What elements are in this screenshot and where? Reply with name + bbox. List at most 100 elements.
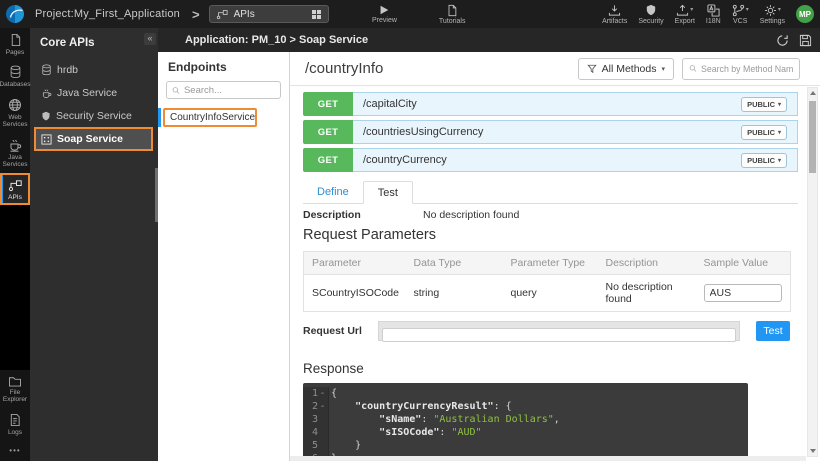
service-title: /countryInfo	[305, 60, 578, 77]
column-header-parameter: Parameter	[304, 252, 406, 275]
method-search-input[interactable]	[701, 64, 793, 74]
define-test-tabs: Define Test	[303, 181, 798, 204]
sample-value-input[interactable]	[704, 284, 782, 302]
endpoint-item-countryinfoservice[interactable]: CountryInfoService	[158, 108, 289, 127]
i18n-button[interactable]: I18N	[706, 4, 721, 25]
horizontal-scrollbar-track[interactable]	[290, 456, 806, 461]
test-button[interactable]: Test	[756, 321, 790, 341]
response-code-editor[interactable]: 1- { 2- "countryCurrencyResult": { 3 "sN…	[303, 383, 748, 456]
access-dropdown[interactable]: PUBLIC ▾	[741, 125, 787, 140]
document-icon	[446, 4, 458, 17]
preview-button[interactable]: Preview	[372, 4, 397, 24]
settings-button[interactable]: ▾ Settings	[760, 4, 785, 25]
settings-label: Settings	[760, 18, 785, 25]
apps-grid-icon[interactable]	[311, 9, 322, 20]
log-file-icon	[9, 413, 21, 427]
request-url-row: Request Url Test	[303, 321, 790, 341]
endpoints-panel: Endpoints CountryInfoService	[158, 52, 290, 461]
collapse-panel-icon[interactable]: «	[144, 33, 156, 45]
request-url-input[interactable]	[382, 328, 736, 342]
i18n-label: I18N	[706, 18, 721, 25]
export-button[interactable]: ▾ Export	[675, 4, 695, 25]
artifacts-button[interactable]: Artifacts	[602, 4, 627, 25]
refresh-icon[interactable]	[776, 34, 789, 47]
rail-bottom: File Explorer Logs •••	[0, 370, 30, 461]
sidebar-item-pages[interactable]: Pages	[0, 28, 30, 60]
caret-down-icon: ▾	[690, 7, 693, 13]
caret-down-icon: ▾	[746, 7, 749, 13]
core-api-item-hrdb[interactable]: hrdb	[36, 60, 151, 80]
core-apis-list: hrdb Java Service Security Service	[30, 56, 158, 149]
core-api-item-label: Security Service	[56, 110, 132, 122]
left-rail: Pages Databases Web Services	[0, 28, 30, 461]
endpoint-item-label-box: CountryInfoService	[163, 108, 257, 127]
preview-label: Preview	[372, 17, 397, 24]
operation-row-countriesusingcurrency[interactable]: GET /countriesUsingCurrency PUBLIC ▾	[303, 120, 798, 144]
code-line: 3 "sName": "Australian Dollars",	[303, 413, 748, 426]
operation-row-countrycurrency[interactable]: GET /countryCurrency PUBLIC ▾	[303, 148, 798, 172]
endpoints-search-input[interactable]	[184, 85, 275, 96]
description-label: Description	[303, 209, 423, 221]
core-api-item-java-service[interactable]: Java Service	[36, 83, 151, 103]
sidebar-item-databases[interactable]: Databases	[0, 60, 30, 92]
scroll-up-arrow-icon[interactable]	[808, 88, 817, 98]
operation-path: /countriesUsingCurrency	[363, 126, 483, 138]
request-parameters-table: Parameter Data Type Parameter Type Descr…	[303, 251, 791, 312]
security-button[interactable]: Security	[638, 4, 663, 25]
line-number: 5	[303, 439, 318, 452]
sidebar-item-java-services[interactable]: Java Services	[0, 133, 30, 173]
scrollbar-thumb[interactable]	[809, 101, 816, 173]
core-apis-title: Core APIs	[30, 28, 158, 56]
operation-row-capitalcity[interactable]: GET /capitalCity PUBLIC ▾	[303, 92, 798, 116]
endpoints-search	[166, 81, 281, 99]
rail-spacer	[0, 205, 30, 369]
core-api-item-soap-service[interactable]: Soap Service	[36, 129, 151, 149]
project-name[interactable]: Project:My_First_Application	[35, 8, 180, 20]
download-icon	[608, 4, 621, 17]
user-avatar[interactable]: MP	[796, 5, 814, 23]
page-icon	[9, 33, 22, 47]
chevron-right-icon: >	[192, 7, 200, 22]
core-panel-scrollbar-thumb[interactable]	[155, 168, 158, 222]
more-options-icon[interactable]: •••	[0, 440, 30, 459]
cell-parameter-type: query	[503, 275, 598, 312]
vcs-button[interactable]: ▾ VCS	[732, 4, 749, 25]
coffee-icon	[41, 88, 52, 99]
request-parameters-heading: Request Parameters	[303, 227, 798, 243]
sidebar-item-file-explorer[interactable]: File Explorer	[0, 370, 30, 408]
cell-description: No description found	[598, 275, 696, 312]
application-header-actions	[776, 34, 812, 47]
caret-down-icon: ▾	[778, 129, 781, 136]
scroll-down-arrow-icon[interactable]	[808, 446, 817, 456]
operation-path: /countryCurrency	[363, 154, 447, 166]
artifacts-label: Artifacts	[602, 18, 627, 25]
operation-body: /capitalCity PUBLIC ▾	[353, 92, 798, 116]
gear-icon	[764, 4, 777, 17]
code-line: 5 }	[303, 439, 748, 452]
wavemaker-logo-icon[interactable]	[5, 4, 25, 24]
sidebar-item-logs[interactable]: Logs	[0, 408, 30, 440]
access-dropdown[interactable]: PUBLIC ▾	[741, 97, 787, 112]
line-number: 4	[303, 426, 318, 439]
cell-data-type: string	[406, 275, 503, 312]
vertical-scrollbar[interactable]	[807, 87, 818, 457]
access-dropdown[interactable]: PUBLIC ▾	[741, 153, 787, 168]
workspace-tab-apis[interactable]: APIs	[209, 5, 329, 23]
save-icon[interactable]	[799, 34, 812, 47]
method-badge: GET	[303, 92, 353, 116]
tab-test[interactable]: Test	[363, 181, 413, 204]
methods-filter-dropdown[interactable]: All Methods ▾	[578, 58, 674, 80]
fold-marker-icon[interactable]: -	[318, 387, 327, 400]
sidebar-item-label: File Explorer	[0, 389, 30, 404]
topbar-center: Preview Tutorials	[372, 0, 466, 28]
core-api-item-security-service[interactable]: Security Service	[36, 106, 151, 126]
topbar-right: Artifacts Security ▾ Export	[602, 0, 814, 28]
response-heading: Response	[303, 361, 798, 376]
tab-define[interactable]: Define	[303, 181, 363, 203]
sidebar-item-apis[interactable]: APIs	[0, 173, 30, 205]
fold-marker-icon[interactable]: -	[318, 400, 327, 413]
tutorials-button[interactable]: Tutorials	[439, 4, 466, 25]
method-badge: GET	[303, 120, 353, 144]
column-header-description: Description	[598, 252, 696, 275]
sidebar-item-web-services[interactable]: Web Services	[0, 93, 30, 133]
